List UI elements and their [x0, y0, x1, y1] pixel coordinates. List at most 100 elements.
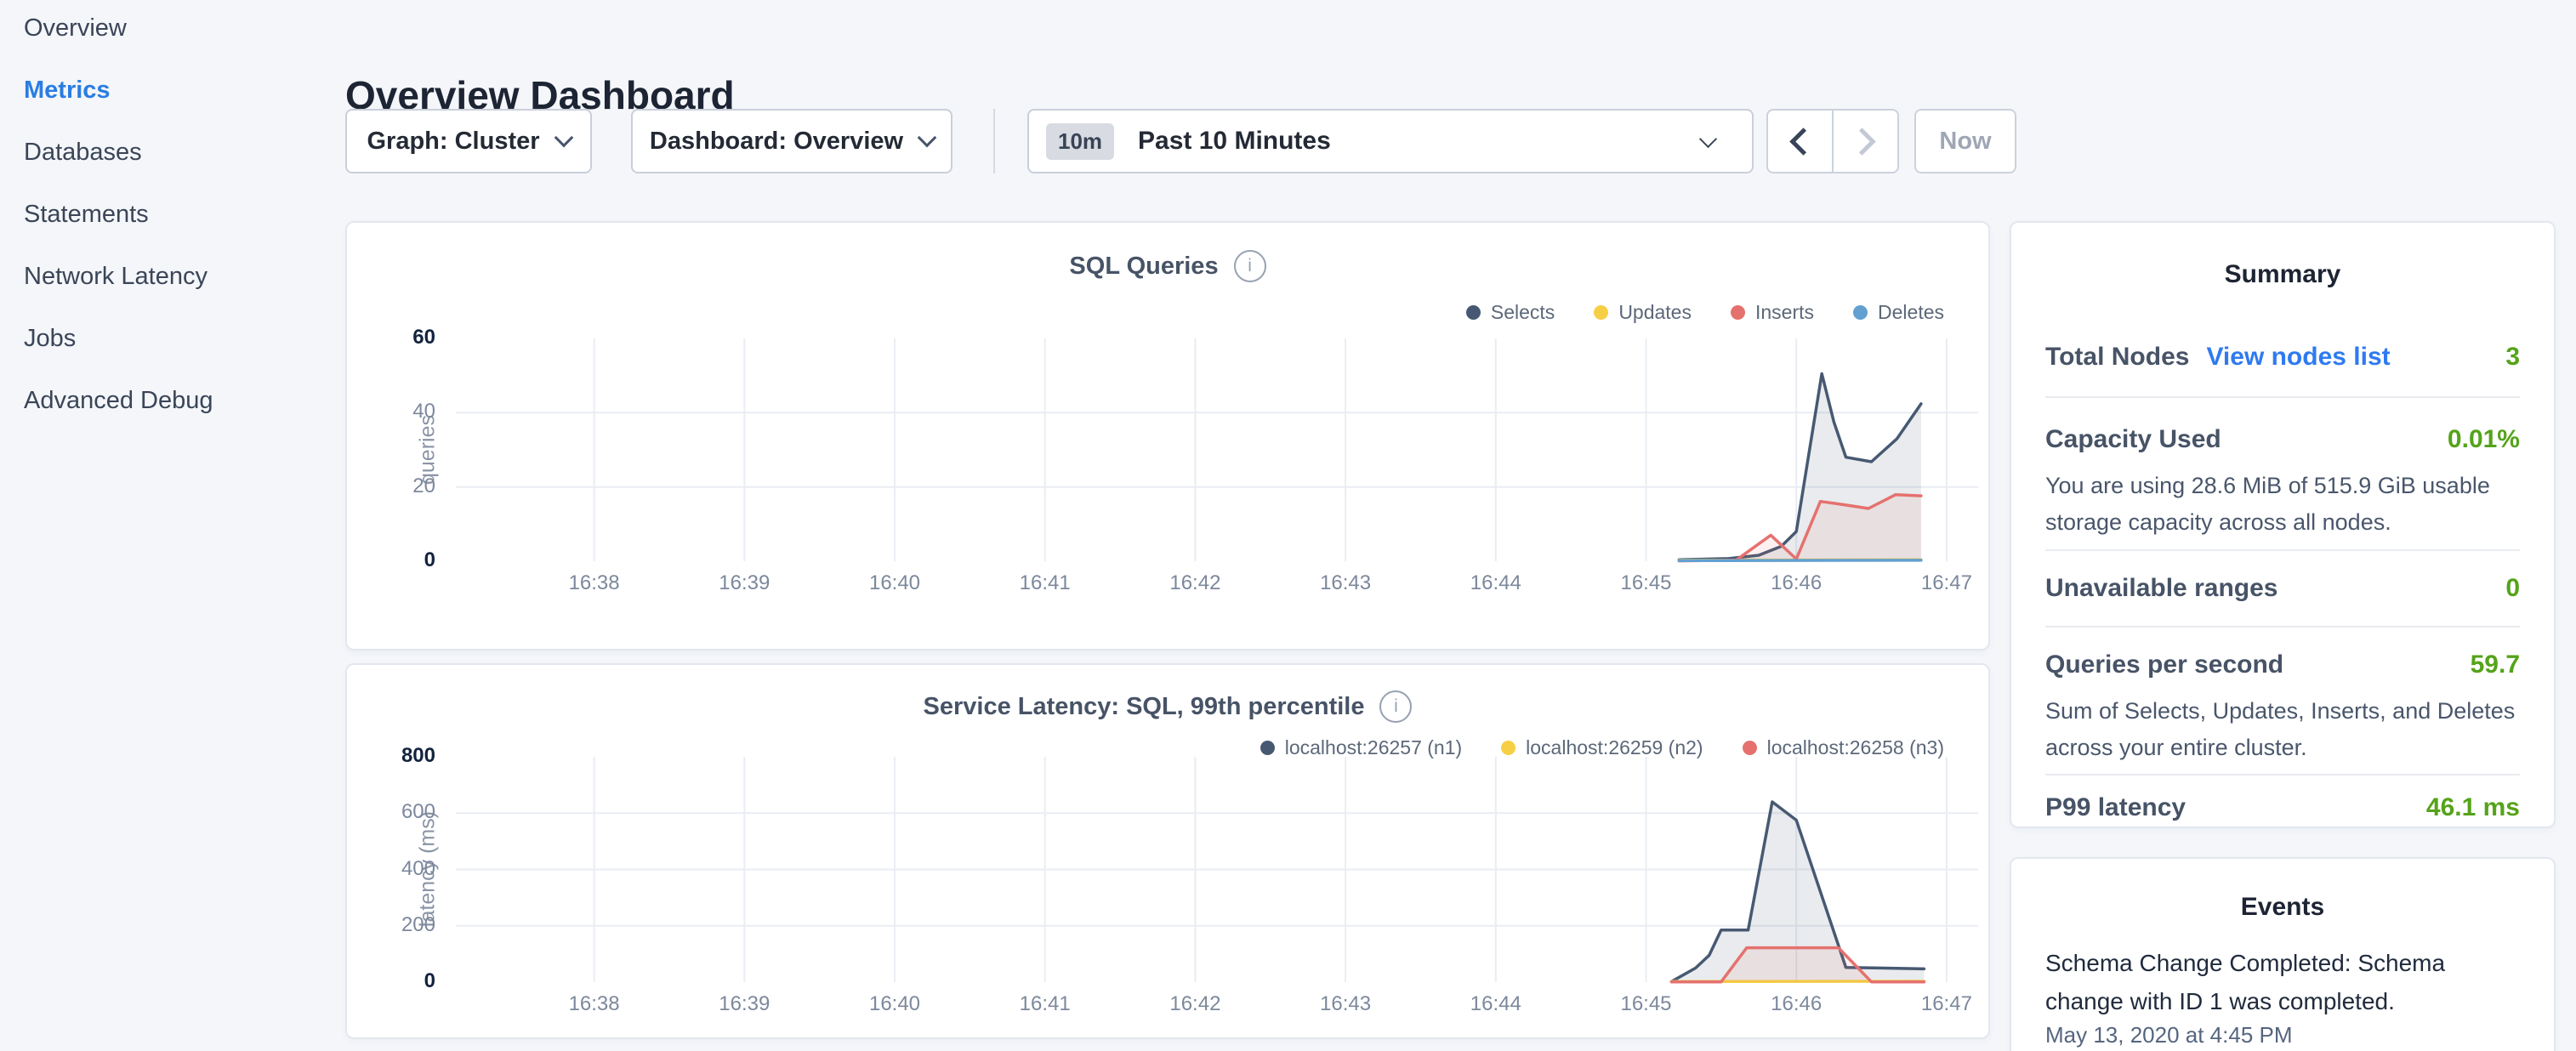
chevron-down-icon	[918, 128, 937, 148]
legend-item[interactable]: localhost:26257 (n1)	[1260, 736, 1462, 759]
sidebar-item-overview[interactable]: Overview	[24, 11, 313, 45]
info-icon[interactable]	[1379, 690, 1412, 723]
sidebar-item-advanced-debug[interactable]: Advanced Debug	[24, 383, 313, 418]
unavailable-ranges-label: Unavailable ranges	[2045, 574, 2277, 603]
chevron-down-icon	[1699, 129, 1717, 147]
sidebar-item-statements[interactable]: Statements	[24, 197, 313, 231]
x-axis-tick: 16:42	[1144, 571, 1246, 595]
summary-row-p99: P99 latency 46.1 ms	[2045, 789, 2520, 827]
legend-item[interactable]: Selects	[1466, 301, 1555, 324]
events-panel: Events Schema Change Completed: Schema c…	[2010, 857, 2556, 1051]
events-title: Events	[2011, 893, 2554, 922]
chart-title-row: SQL Queries	[347, 250, 1988, 282]
y-axis-tick: 800	[354, 744, 435, 768]
qps-value: 59.7	[2471, 650, 2520, 679]
capacity-description: You are using 28.6 MiB of 515.9 GiB usab…	[2045, 468, 2520, 541]
summary-title: Summary	[2011, 260, 2554, 289]
x-axis-tick: 16:44	[1445, 571, 1547, 595]
sidebar-item-jobs[interactable]: Jobs	[24, 321, 313, 355]
legend-item[interactable]: Deletes	[1853, 301, 1944, 324]
event-item-text[interactable]: Schema Change Completed: Schema change w…	[2045, 944, 2520, 1020]
graph-scope-dropdown[interactable]: Graph: Cluster	[345, 109, 592, 173]
x-axis-tick: 16:40	[844, 571, 946, 595]
time-range-dropdown[interactable]: 10m Past 10 Minutes	[1027, 109, 1754, 173]
x-axis-tick: 16:39	[693, 992, 795, 1016]
x-axis-tick: 16:45	[1595, 992, 1697, 1016]
legend-item[interactable]: Inserts	[1731, 301, 1814, 324]
legend-swatch-icon	[1743, 741, 1757, 755]
summary-row-unavailable-ranges: Unavailable ranges 0	[2045, 570, 2520, 607]
x-axis-tick: 16:43	[1294, 571, 1396, 595]
time-back-button[interactable]	[1768, 111, 1832, 172]
legend-label: Selects	[1491, 301, 1555, 324]
p99-latency-value: 46.1 ms	[2426, 793, 2520, 822]
legend-label: localhost:26259 (n2)	[1526, 736, 1703, 759]
divider	[2045, 396, 2520, 398]
legend-item[interactable]: localhost:26259 (n2)	[1501, 736, 1703, 759]
divider	[2045, 549, 2520, 551]
y-axis-tick: 0	[354, 969, 435, 993]
capacity-value: 0.01%	[2448, 425, 2520, 454]
dashboard-label: Dashboard: Overview	[650, 128, 903, 156]
unavailable-ranges-value: 0	[2505, 574, 2520, 603]
y-axis-tick: 600	[354, 800, 435, 824]
total-nodes-value: 3	[2505, 343, 2520, 372]
y-axis-tick: 400	[354, 857, 435, 881]
x-axis-tick: 16:46	[1745, 992, 1847, 1016]
graph-scope-label: Graph: Cluster	[367, 128, 539, 156]
total-nodes-label: Total Nodes	[2045, 343, 2189, 372]
time-forward-button[interactable]	[1832, 111, 1897, 172]
summary-row-capacity: Capacity Used 0.01%	[2045, 421, 2520, 458]
legend-swatch-icon	[1501, 741, 1515, 755]
x-axis-tick: 16:45	[1595, 571, 1697, 595]
y-axis-tick: 20	[354, 474, 435, 498]
x-axis-tick: 16:38	[543, 992, 645, 1016]
legend-swatch-icon	[1853, 305, 1868, 320]
x-axis-tick: 16:40	[844, 992, 946, 1016]
sidebar-item-metrics[interactable]: Metrics	[24, 73, 313, 107]
y-axis-tick: 0	[354, 548, 435, 572]
info-icon[interactable]	[1234, 250, 1266, 282]
x-axis-tick: 16:42	[1144, 992, 1246, 1016]
x-axis-tick: 16:43	[1294, 992, 1396, 1016]
summary-row-total-nodes: Total Nodes View nodes list 3	[2045, 338, 2520, 376]
event-item-timestamp: May 13, 2020 at 4:45 PM	[2045, 1022, 2520, 1048]
view-nodes-list-link[interactable]: View nodes list	[2206, 343, 2390, 372]
legend-label: Inserts	[1755, 301, 1814, 324]
divider	[2045, 626, 2520, 628]
summary-panel: Summary Total Nodes View nodes list 3 Ca…	[2010, 221, 2556, 828]
legend-label: Deletes	[1878, 301, 1944, 324]
qps-label: Queries per second	[2045, 650, 2283, 679]
chart-legend: Selects Updates Inserts Deletes	[1466, 301, 1944, 324]
chart-canvas	[456, 757, 1978, 982]
sidebar-item-network-latency[interactable]: Network Latency	[24, 259, 313, 293]
dashboard-dropdown[interactable]: Dashboard: Overview	[631, 109, 952, 173]
x-axis-tick: 16:44	[1445, 992, 1547, 1016]
chevron-down-icon	[554, 128, 573, 148]
x-axis-tick: 16:47	[1896, 992, 1998, 1016]
chart-plot-area[interactable]	[456, 757, 1978, 982]
time-range-label: Past 10 Minutes	[1138, 127, 1331, 156]
sidebar-item-databases[interactable]: Databases	[24, 135, 313, 169]
chart-title-row: Service Latency: SQL, 99th percentile	[347, 690, 1988, 723]
y-axis-tick: 40	[354, 400, 435, 423]
divider	[2045, 774, 2520, 775]
now-button[interactable]: Now	[1914, 109, 2016, 173]
legend-swatch-icon	[1466, 305, 1481, 320]
app-root: Overview Metrics Databases Statements Ne…	[0, 0, 2576, 1051]
legend-item[interactable]: Updates	[1594, 301, 1692, 324]
x-axis-tick: 16:47	[1896, 571, 1998, 595]
x-axis-tick: 16:39	[693, 571, 795, 595]
legend-label: Updates	[1618, 301, 1692, 324]
y-axis-tick: 200	[354, 913, 435, 937]
qps-description: Sum of Selects, Updates, Inserts, and De…	[2045, 693, 2520, 766]
y-axis-tick: 60	[354, 326, 435, 349]
chevron-right-icon	[1848, 128, 1876, 156]
chart-plot-area[interactable]	[456, 338, 1978, 561]
toolbar-divider	[993, 109, 995, 173]
chart-title: Service Latency: SQL, 99th percentile	[924, 693, 1365, 721]
chart-legend: localhost:26257 (n1) localhost:26259 (n2)…	[1260, 736, 1944, 759]
p99-latency-label: P99 latency	[2045, 793, 2186, 822]
legend-item[interactable]: localhost:26258 (n3)	[1743, 736, 1944, 759]
x-axis-tick: 16:38	[543, 571, 645, 595]
